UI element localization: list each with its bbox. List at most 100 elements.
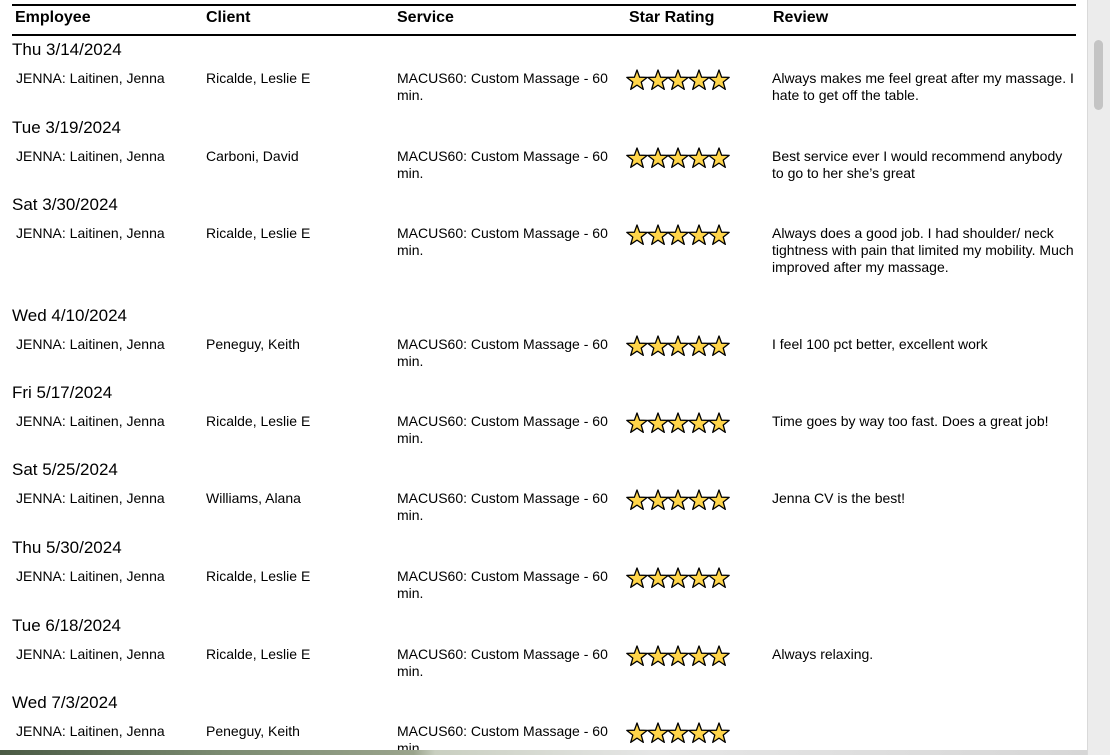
window-bottom-edge <box>0 750 1088 755</box>
client-cell: Ricalde, Leslie E <box>206 70 311 86</box>
star-icon <box>667 335 689 357</box>
star-rating <box>626 147 730 169</box>
service-cell: MACUS60: Custom Massage - 60 min. <box>397 336 608 369</box>
employee-cell: JENNA: Laitinen, Jenna <box>16 413 165 429</box>
client-cell: Ricalde, Leslie E <box>206 646 311 662</box>
header-service: Service <box>397 9 454 26</box>
row-date: Thu 5/30/2024 <box>12 538 122 557</box>
star-icon <box>667 489 689 511</box>
service-cell: MACUS60: Custom Massage - 60 min. <box>397 646 608 679</box>
service-cell: MACUS60: Custom Massage - 60 min. <box>397 490 608 523</box>
star-icon <box>687 335 710 357</box>
vertical-scrollbar[interactable] <box>1087 0 1110 755</box>
employee-cell: JENNA: Laitinen, Jenna <box>16 568 165 584</box>
star-icon <box>626 645 648 667</box>
employee-cell: JENNA: Laitinen, Jenna <box>16 148 165 164</box>
header-employee: Employee <box>15 9 91 26</box>
star-icon <box>687 412 710 434</box>
row-date: Tue 6/18/2024 <box>12 616 122 635</box>
star-icon <box>646 69 669 91</box>
star-icon <box>626 335 648 357</box>
star-icon <box>667 567 689 589</box>
header-review: Review <box>773 9 829 26</box>
star-rating <box>626 722 730 744</box>
employee-cell: JENNA: Laitinen, Jenna <box>16 70 165 86</box>
client-cell: Peneguy, Keith <box>206 723 300 739</box>
star-icon <box>708 147 730 169</box>
client-cell: Carboni, David <box>206 148 299 164</box>
service-cell: MACUS60: Custom Massage - 60 min. <box>397 148 608 181</box>
row-date: Tue 3/19/2024 <box>12 118 122 137</box>
star-icon <box>626 69 648 91</box>
review-cell: Always does a good job. I had shoulder/ … <box>772 225 1074 275</box>
star-icon <box>708 567 730 589</box>
star-rating <box>626 412 730 434</box>
star-icon <box>708 412 730 434</box>
star-icon <box>687 224 710 246</box>
star-icon <box>708 489 730 511</box>
review-cell: Always relaxing. <box>772 646 874 662</box>
review-cell: Time goes by way too fast. Does a great … <box>772 413 1049 429</box>
star-icon <box>626 567 648 589</box>
client-cell: Ricalde, Leslie E <box>206 225 311 241</box>
star-icon <box>646 645 669 667</box>
service-cell: MACUS60: Custom Massage - 60 min. <box>397 413 608 446</box>
header-client: Client <box>206 9 251 26</box>
report-page: Employee Client Service Star Rating Revi… <box>0 0 1088 755</box>
star-icon <box>667 69 689 91</box>
star-icon <box>687 567 710 589</box>
review-cell: Jenna CV is the best! <box>772 490 906 506</box>
row-date: Wed 4/10/2024 <box>12 306 127 325</box>
star-icon <box>667 412 689 434</box>
row-date: Sat 5/25/2024 <box>12 460 118 479</box>
star-icon <box>708 69 730 91</box>
star-icon <box>667 224 689 246</box>
client-cell: Ricalde, Leslie E <box>206 413 311 429</box>
star-icon <box>687 645 710 667</box>
star-icon <box>687 722 710 744</box>
star-icon <box>687 147 710 169</box>
employee-cell: JENNA: Laitinen, Jenna <box>16 723 165 739</box>
star-icon <box>626 147 648 169</box>
star-rating <box>626 567 730 589</box>
employee-cell: JENNA: Laitinen, Jenna <box>16 336 165 352</box>
star-icon <box>626 412 648 434</box>
employee-cell: JENNA: Laitinen, Jenna <box>16 490 165 506</box>
star-rating <box>626 69 730 91</box>
employee-cell: JENNA: Laitinen, Jenna <box>16 225 165 241</box>
star-icon <box>626 489 648 511</box>
row-date: Wed 7/3/2024 <box>12 693 118 712</box>
star-icon <box>626 722 648 744</box>
client-cell: Ricalde, Leslie E <box>206 568 311 584</box>
star-icon <box>626 224 648 246</box>
employee-cell: JENNA: Laitinen, Jenna <box>16 646 165 662</box>
star-icon <box>646 147 669 169</box>
star-icon <box>708 645 730 667</box>
service-cell: MACUS60: Custom Massage - 60 min. <box>397 568 608 601</box>
star-icon <box>708 335 730 357</box>
review-cell: Best service ever I would recommend anyb… <box>772 148 1063 181</box>
star-icon <box>646 567 669 589</box>
star-icon <box>708 224 730 246</box>
table-header: Employee Client Service Star Rating Revi… <box>12 4 1076 36</box>
star-icon <box>687 69 710 91</box>
star-rating <box>626 224 730 246</box>
star-rating <box>626 489 730 511</box>
client-cell: Peneguy, Keith <box>206 336 300 352</box>
star-icon <box>667 645 689 667</box>
service-cell: MACUS60: Custom Massage - 60 min. <box>397 225 608 258</box>
client-cell: Williams, Alana <box>206 490 301 506</box>
star-icon <box>646 489 669 511</box>
header-star-rating: Star Rating <box>629 9 715 26</box>
star-icon <box>646 335 669 357</box>
star-icon <box>646 722 669 744</box>
star-icon <box>687 489 710 511</box>
star-rating <box>626 335 730 357</box>
star-rating <box>626 645 730 667</box>
scrollbar-thumb[interactable] <box>1094 40 1103 110</box>
star-icon <box>646 224 669 246</box>
star-icon <box>667 722 689 744</box>
row-date: Sat 3/30/2024 <box>12 195 118 214</box>
review-cell: Always makes me feel great after my mass… <box>772 70 1074 103</box>
review-cell: I feel 100 pct better, excellent work <box>772 336 988 352</box>
